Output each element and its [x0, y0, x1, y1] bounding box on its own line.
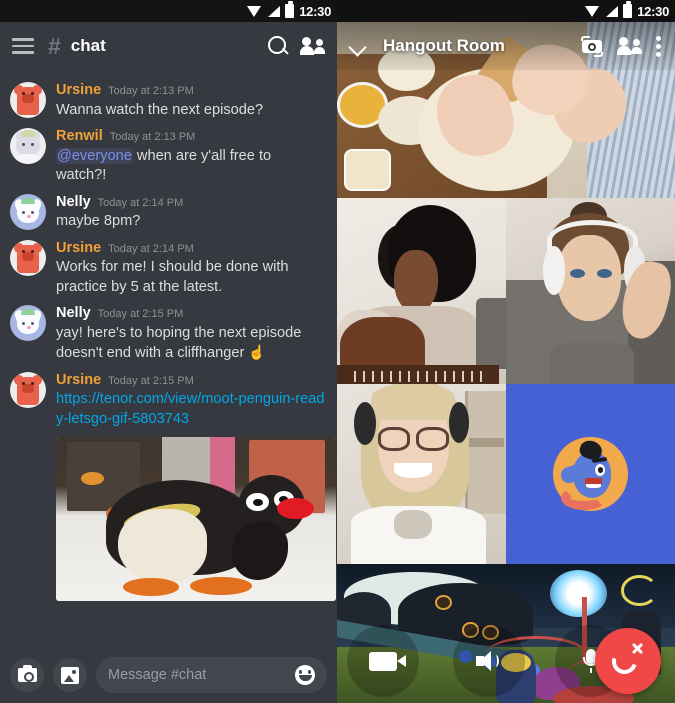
headphones-video-tile[interactable] [506, 198, 675, 384]
avatar[interactable] [10, 82, 46, 118]
message-item: Nelly Today at 2:14 PM maybe 8pm? [0, 188, 337, 234]
chat-pane: 12:30 # chat Ursine Today at 2:13 PM Wan… [0, 0, 337, 703]
emoji-icon[interactable] [295, 665, 315, 685]
avatar[interactable] [10, 193, 46, 230]
chat-header: # chat [0, 22, 337, 70]
message-timestamp: Today at 2:13 PM [109, 131, 196, 144]
message-author[interactable]: Ursine [56, 82, 101, 99]
message-item: Nelly Today at 2:15 PM yay! here's to ho… [0, 299, 337, 365]
message-author[interactable]: Ursine [56, 372, 101, 389]
call-header: Hangout Room [337, 22, 675, 70]
video-camera-icon [369, 651, 406, 671]
message-text: maybe 8pm? [56, 213, 141, 230]
end-call-button[interactable] [595, 628, 661, 694]
penguin-gif-attachment[interactable] [56, 437, 336, 602]
avatar[interactable] [10, 128, 46, 165]
search-icon[interactable] [268, 35, 289, 57]
message-author[interactable]: Nelly [56, 305, 91, 322]
message-text: @everyone when are y'all free to watch?! [56, 147, 325, 186]
avatar[interactable] [10, 305, 46, 342]
message-item: Ursine Today at 2:14 PM Works for me! I … [0, 234, 337, 299]
wifi-icon [585, 5, 600, 18]
camera-icon [17, 665, 37, 682]
status-bar-left: 12:30 [0, 0, 337, 22]
camera-button[interactable] [10, 658, 44, 692]
battery-icon [285, 1, 295, 18]
status-bar-time: 12:30 [637, 3, 669, 19]
call-title: Hangout Room [383, 36, 505, 55]
hash-icon: # [48, 32, 61, 59]
genie-avatar [553, 436, 628, 512]
call-pane: 12:30 Hangout Room [337, 0, 675, 703]
call-controls [337, 619, 675, 703]
mention-everyone[interactable]: @everyone [56, 147, 133, 164]
video-row [337, 198, 675, 384]
message-timestamp: Today at 2:14 PM [108, 242, 194, 255]
speaker-icon [476, 650, 502, 672]
video-row [337, 384, 675, 564]
more-options-icon[interactable] [656, 35, 661, 57]
guitar-video-tile[interactable] [337, 198, 506, 384]
message-timestamp: Today at 2:14 PM [97, 196, 184, 209]
status-bar-time: 12:30 [299, 3, 331, 19]
chat-root: # chat Ursine Today at 2:13 PM Wanna wat… [0, 22, 337, 703]
message-timestamp: Today at 2:15 PM [108, 374, 194, 387]
end-call-icon [607, 642, 644, 679]
message-timestamp: Today at 2:15 PM [97, 308, 184, 321]
cellular-icon [267, 5, 281, 18]
message-author[interactable]: Ursine [56, 240, 101, 257]
wifi-icon [247, 5, 262, 18]
chevron-down-icon[interactable] [347, 35, 369, 57]
switch-camera-icon[interactable] [580, 35, 604, 57]
genie-avatar-tile[interactable] [506, 384, 675, 564]
app-screen: 12:30 # chat Ursine Today at 2:13 PM Wan… [0, 0, 675, 703]
avatar[interactable] [10, 239, 46, 276]
message-text: Works for me! I should be done with prac… [56, 259, 289, 295]
message-link[interactable]: https://tenor.com/view/moot-penguin-read… [56, 390, 325, 429]
message-author[interactable]: Renwil [56, 128, 103, 145]
message-item: Renwil Today at 2:13 PM @everyone when a… [0, 122, 337, 187]
message-input[interactable]: Message #chat [96, 657, 327, 693]
battery-icon [623, 1, 633, 18]
message-text: yay! here's to hoping the next episode d… [56, 324, 325, 364]
message-text: Wanna watch the next episode? [56, 101, 264, 118]
message-item: Ursine Today at 2:13 PM Wanna watch the … [0, 76, 337, 122]
members-icon[interactable] [300, 36, 325, 56]
hamburger-menu-icon[interactable] [12, 38, 34, 54]
video-grid [337, 22, 675, 703]
participants-icon[interactable] [617, 36, 642, 56]
toggle-speaker-button[interactable] [453, 625, 525, 697]
tenor-link[interactable]: https://tenor.com/view/moot-penguin-read… [56, 391, 325, 426]
message-timestamp: Today at 2:13 PM [108, 85, 194, 97]
gallery-button[interactable] [53, 658, 87, 692]
image-icon [61, 666, 79, 684]
avatar[interactable] [10, 371, 46, 408]
message-input-placeholder: Message #chat [108, 667, 207, 683]
blonde-video-tile[interactable] [337, 384, 506, 564]
message-input-bar: Message #chat [0, 647, 337, 703]
cellular-icon [605, 5, 619, 18]
toggle-video-button[interactable] [347, 625, 419, 697]
message-author[interactable]: Nelly [56, 194, 91, 211]
message-item: Ursine Today at 2:15 PM https://tenor.co… [0, 366, 337, 603]
call-root: Hangout Room [337, 22, 675, 703]
message-list[interactable]: Ursine Today at 2:13 PM Wanna watch the … [0, 70, 337, 647]
channel-name: chat [70, 36, 106, 55]
pointing-up-emoji: ☝ [248, 344, 266, 361]
status-bar-right: 12:30 [337, 0, 675, 22]
